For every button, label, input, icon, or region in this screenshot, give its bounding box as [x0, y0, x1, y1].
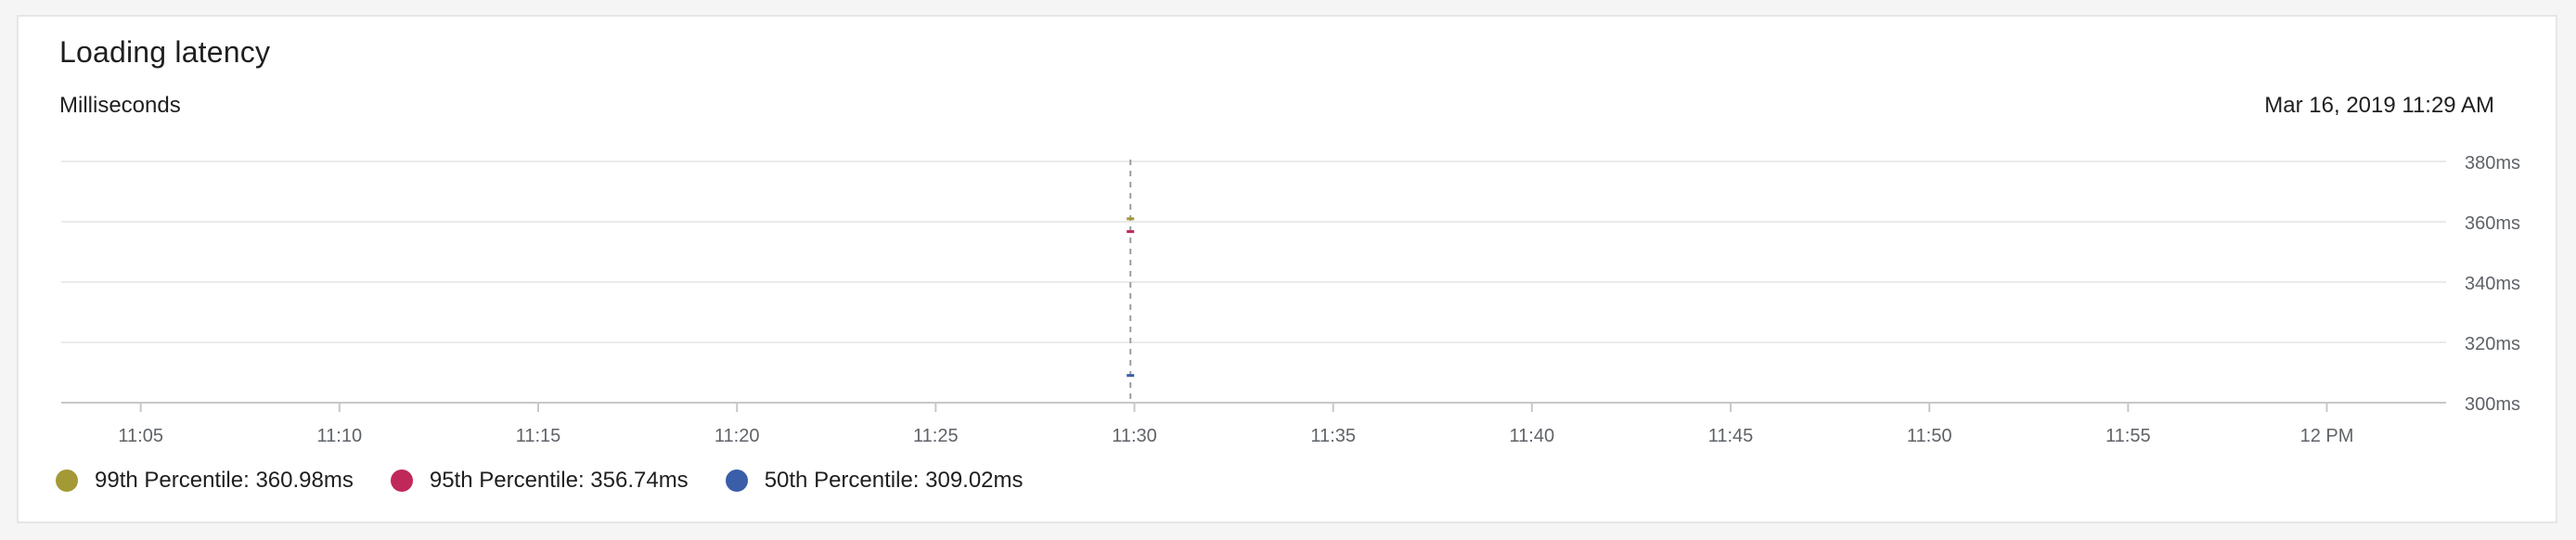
- chart-legend: 99th Percentile: 360.98ms 95th Percentil…: [56, 468, 1061, 494]
- grid-lines: [61, 161, 2446, 404]
- x-tick-label: 11:15: [516, 426, 561, 446]
- x-tick-label: 11:10: [317, 426, 363, 446]
- y-tick-label: 360ms: [2465, 213, 2520, 234]
- legend-dot-p99: [56, 469, 78, 492]
- x-tick-label: 11:45: [1708, 426, 1754, 446]
- x-tick-label: 11:55: [2106, 426, 2151, 446]
- x-tick-label: 11:40: [1510, 426, 1555, 446]
- y-tick-label: 300ms: [2465, 394, 2520, 415]
- legend-item-p50[interactable]: 50th Percentile: 309.02ms: [725, 468, 1024, 494]
- x-tick-label: 11:35: [1310, 426, 1356, 446]
- legend-label-p99: 99th Percentile: 360.98ms: [95, 468, 354, 493]
- x-axis-ticks: 11:05 11:10 11:15 11:20 11:25 11:30 11:35 11:40…: [118, 403, 2353, 446]
- legend-label-p95: 95th Percentile: 356.74ms: [429, 468, 689, 493]
- legend-dot-p95: [390, 469, 413, 492]
- x-tick-label: 11:30: [1112, 426, 1157, 446]
- y-tick-label: 320ms: [2465, 334, 2520, 354]
- y-tick-label: 340ms: [2465, 274, 2520, 294]
- y-axis-ticks: 380ms 360ms 340ms 320ms 300ms: [2465, 153, 2520, 415]
- x-tick-label: 11:20: [715, 426, 760, 446]
- y-tick-label: 380ms: [2465, 153, 2520, 174]
- legend-item-p95[interactable]: 95th Percentile: 356.74ms: [390, 468, 689, 494]
- legend-item-p99[interactable]: 99th Percentile: 360.98ms: [56, 468, 354, 494]
- x-tick-label: 11:05: [118, 426, 163, 446]
- legend-label-p50: 50th Percentile: 309.02ms: [764, 468, 1024, 493]
- legend-dot-p50: [725, 469, 748, 492]
- latency-chart-plot[interactable]: 380ms 360ms 340ms 320ms 300ms 11:05 11:10 11:1…: [19, 17, 2559, 525]
- x-tick-label: 11:25: [913, 426, 959, 446]
- latency-chart-card: Loading latency Milliseconds Mar 16, 201…: [17, 15, 2557, 523]
- x-tick-label: 11:50: [1907, 426, 1952, 446]
- x-tick-label: 12 PM: [2300, 426, 2354, 446]
